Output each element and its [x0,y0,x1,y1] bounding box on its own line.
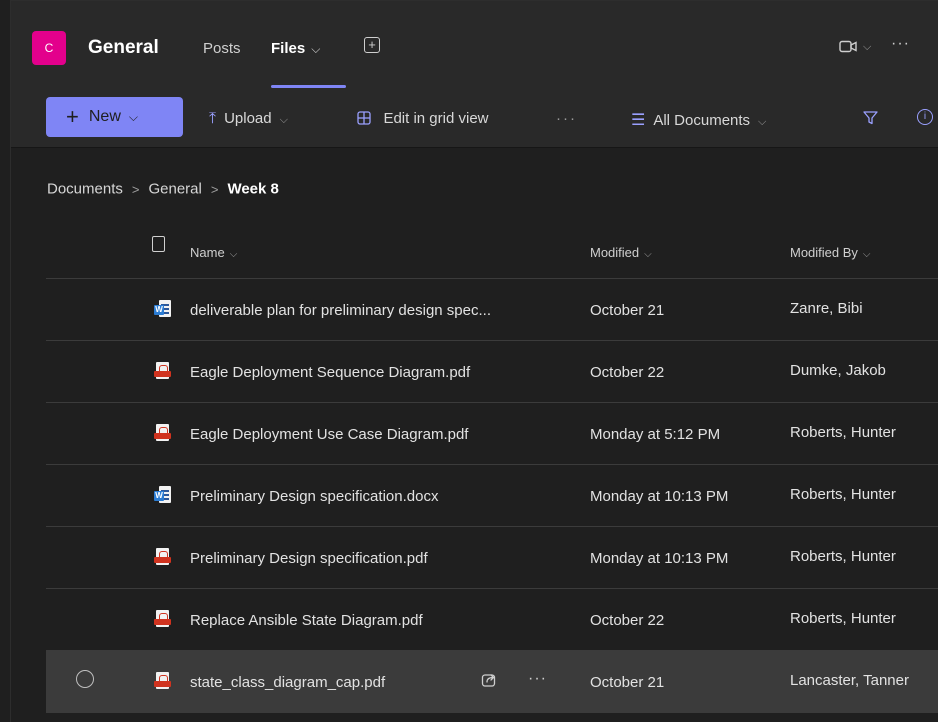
more-commands-icon[interactable]: ··· [556,110,577,127]
pdf-file-icon [154,610,171,629]
file-modified: October 22 [590,612,665,629]
table-row[interactable]: state_class_diagram_cap.pdf ··· October … [46,651,938,713]
file-name[interactable]: Preliminary Design specification.pdf [190,550,428,567]
tab-files[interactable]: Files ⌵ [271,40,320,57]
file-type-icon[interactable] [152,236,165,252]
upload-icon: ⤒ [209,110,217,127]
files-app-frame: C General Posts Files ⌵ + ⌵ ··· + New ⌵ ⤒… [10,0,938,722]
info-icon[interactable]: i [917,109,933,125]
view-list-icon: ☰ [631,112,646,129]
column-header-modified-by-label: Modified By [790,245,858,260]
chevron-down-icon: ⌵ [279,114,288,126]
file-name[interactable]: Preliminary Design specification.docx [190,488,438,505]
upload-button[interactable]: ⤒ Upload ⌵ [209,110,288,128]
file-modified: October 21 [590,302,665,319]
table-row[interactable]: Eagle Deployment Use Case Diagram.pdf Mo… [46,403,938,465]
row-more-icon[interactable]: ··· [528,670,547,688]
file-list: Name ⌵ Modified ⌵ Modified By ⌵ W deliverab… [46,218,938,713]
new-button-label: New [88,108,121,125]
chevron-right-icon: > [210,181,219,197]
table-row[interactable]: Eagle Deployment Sequence Diagram.pdf Oc… [46,341,938,403]
pdf-file-icon [154,362,171,381]
column-header-modified-by[interactable]: Modified By ⌵ [790,245,871,260]
edit-grid-view-label: Edit in grid view [383,110,489,127]
table-row[interactable]: Preliminary Design specification.pdf Mon… [46,527,938,589]
channel-title: General [88,37,159,58]
breadcrumb-item-general[interactable]: General [148,181,201,198]
chevron-down-icon[interactable]: ⌵ [863,41,871,54]
file-modified-by: Dumke, Jakob [790,362,886,379]
file-modified-by: Lancaster, Tanner [790,672,909,689]
chevron-down-icon: ⌵ [128,109,138,124]
chevron-down-icon: ⌵ [862,249,871,260]
filter-icon[interactable] [863,111,878,129]
table-row[interactable]: Replace Ansible State Diagram.pdf Octobe… [46,589,938,651]
file-name[interactable]: state_class_diagram_cap.pdf [190,674,385,691]
file-modified: Monday at 5:12 PM [590,426,721,443]
table-row[interactable]: W deliverable plan for preliminary desig… [46,279,938,341]
word-file-icon: W [154,486,171,505]
row-select-checkbox[interactable] [76,670,94,688]
column-header-name[interactable]: Name ⌵ [190,245,237,260]
file-modified: October 21 [590,674,665,691]
chevron-down-icon: ⌵ [311,42,321,56]
file-modified: Monday at 10:13 PM [590,550,729,567]
file-modified-by: Zanre, Bibi [790,300,863,317]
file-modified: October 22 [590,364,665,381]
file-modified-by: Roberts, Hunter [790,610,896,627]
file-name[interactable]: deliverable plan for preliminary design … [190,302,491,319]
view-selector[interactable]: ☰ All Documents ⌵ [631,110,766,130]
pdf-file-icon [154,672,171,691]
channel-header: C General Posts Files ⌵ + ⌵ ··· [11,1,938,90]
pdf-file-icon [154,424,171,443]
column-header-modified-label: Modified [590,245,640,260]
tab-files-label: Files [271,40,306,57]
pdf-file-icon [154,548,171,567]
chevron-down-icon: ⌵ [644,249,652,260]
chevron-right-icon: > [131,181,140,197]
chevron-down-icon: ⌵ [758,116,767,128]
file-name[interactable]: Replace Ansible State Diagram.pdf [190,612,423,629]
column-header-modified[interactable]: Modified ⌵ [590,245,652,260]
file-modified: Monday at 10:13 PM [590,488,729,505]
file-name[interactable]: Eagle Deployment Use Case Diagram.pdf [190,426,468,443]
view-selector-label: All Documents [653,112,751,129]
upload-label: Upload [224,110,272,127]
edit-grid-view-button[interactable]: Edit in grid view [357,110,489,128]
add-tab-icon[interactable]: + [364,37,380,53]
file-modified-by: Roberts, Hunter [790,486,896,503]
column-header-name-label: Name [190,245,225,260]
chevron-down-icon: ⌵ [229,249,238,260]
tab-posts[interactable]: Posts [203,40,241,57]
file-name[interactable]: Eagle Deployment Sequence Diagram.pdf [190,364,470,381]
grid-icon [357,110,375,127]
table-row[interactable]: W Preliminary Design specification.docx … [46,465,938,527]
new-button[interactable]: + New ⌵ [46,97,183,137]
breadcrumb: Documents > General > Week 8 [47,180,279,198]
more-options-icon[interactable]: ··· [891,35,910,53]
active-tab-indicator [271,85,346,88]
file-modified-by: Roberts, Hunter [790,548,896,565]
command-bar: + New ⌵ ⤒ Upload ⌵ Edit in grid view ··· ☰… [11,89,938,148]
video-call-icon[interactable] [839,40,857,56]
share-icon[interactable] [481,672,497,693]
file-list-header: Name ⌵ Modified ⌵ Modified By ⌵ [46,218,938,279]
breadcrumb-current: Week 8 [227,180,279,198]
team-avatar[interactable]: C [32,31,66,65]
breadcrumb-item-documents[interactable]: Documents [47,181,123,198]
file-modified-by: Roberts, Hunter [790,424,896,441]
word-file-icon: W [154,300,171,319]
plus-icon: + [66,104,79,129]
